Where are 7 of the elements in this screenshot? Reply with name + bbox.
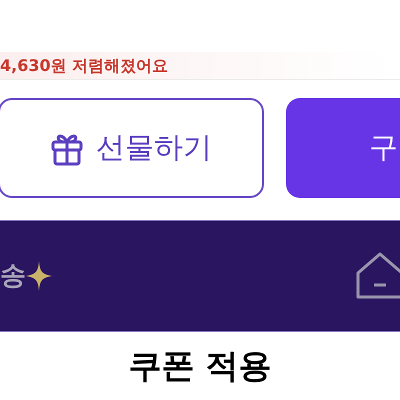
sparkle-icon [26,261,52,291]
banner-text: 송 [0,260,26,292]
home-icon[interactable] [356,251,400,301]
purchase-button[interactable]: 구 [286,98,400,198]
gift-button[interactable]: 선물하기 [0,98,264,198]
page-title: 쿠폰 적용 [128,345,272,388]
price-notice: 4,630원 저렴해졌어요 [0,54,168,76]
